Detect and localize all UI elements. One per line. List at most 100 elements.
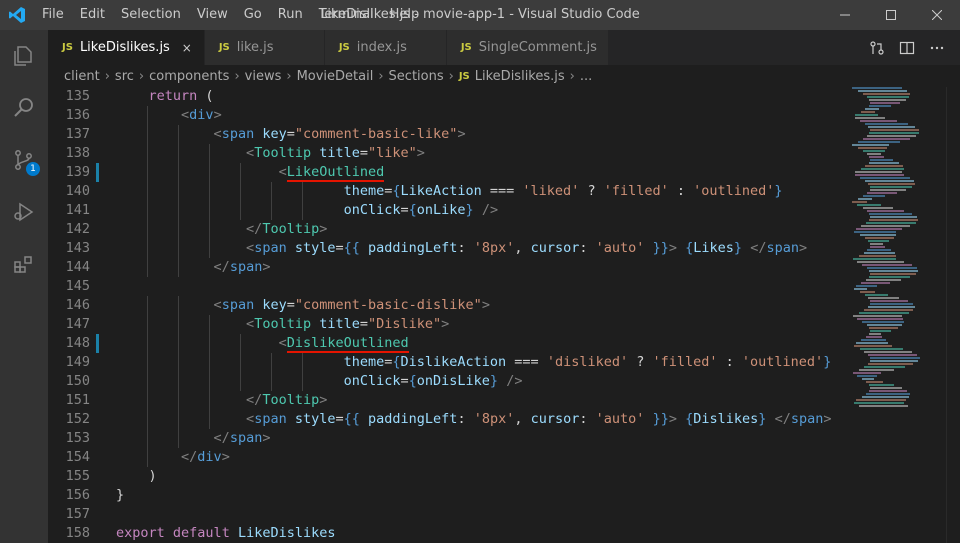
code-line[interactable]: 142 </Tooltip> bbox=[48, 220, 840, 239]
code-line[interactable]: 153 </span> bbox=[48, 429, 840, 448]
minimap-line bbox=[868, 105, 891, 107]
minimap-line bbox=[864, 180, 914, 182]
minimap-line bbox=[869, 132, 920, 134]
minimap-line bbox=[857, 204, 881, 206]
tab-singlecomment[interactable]: JS SingleComment.js bbox=[446, 30, 609, 65]
code-token: < bbox=[246, 145, 255, 161]
code-editor[interactable]: 135 return (136 <div> 137 <span key="comm… bbox=[48, 87, 840, 543]
line-number: 153 bbox=[65, 430, 90, 446]
minimap-line bbox=[860, 168, 904, 170]
breadcrumb-item[interactable]: Sections bbox=[389, 69, 444, 84]
code-token: } bbox=[116, 487, 125, 503]
minimap-line bbox=[862, 207, 894, 209]
code-token: 'filled' bbox=[603, 183, 669, 199]
code-line[interactable]: 148 <DislikeOutlined bbox=[48, 334, 840, 353]
code-line[interactable]: 143 <span style={{ paddingLeft: '8px', c… bbox=[48, 239, 840, 258]
code-token: { bbox=[392, 354, 401, 370]
minimap[interactable] bbox=[840, 87, 946, 543]
code-line[interactable]: 151 </Tooltip> bbox=[48, 391, 840, 410]
code-token: , bbox=[514, 240, 531, 256]
code-token: < bbox=[213, 126, 222, 142]
breadcrumb-item[interactable]: client bbox=[64, 69, 100, 84]
breadcrumb-symbol[interactable]: ... bbox=[580, 69, 592, 84]
code-line[interactable]: 136 <div> bbox=[48, 106, 840, 125]
menu-view[interactable]: View bbox=[189, 0, 236, 30]
split-editor-icon[interactable] bbox=[892, 30, 922, 65]
minimap-line bbox=[869, 129, 920, 131]
menu-run[interactable]: Run bbox=[270, 0, 311, 30]
code-line[interactable]: 145 bbox=[48, 277, 840, 296]
code-text: export default LikeDislikes bbox=[116, 524, 336, 543]
code-line[interactable]: 156} bbox=[48, 486, 840, 505]
minimap-line bbox=[869, 102, 900, 104]
line-number: 146 bbox=[65, 297, 90, 313]
breadcrumb-item[interactable]: MovieDetail bbox=[297, 69, 374, 84]
menu-file[interactable]: File bbox=[34, 0, 72, 30]
code-line[interactable]: 137 <span key="comment-basic-like"> bbox=[48, 125, 840, 144]
code-line[interactable]: 146 <span key="comment-basic-dislike"> bbox=[48, 296, 840, 315]
code-line[interactable]: 152 <span style={{ paddingLeft: '8px', c… bbox=[48, 410, 840, 429]
breadcrumb-item[interactable]: components bbox=[149, 69, 229, 84]
minimize-icon[interactable] bbox=[822, 0, 868, 30]
more-actions-icon[interactable] bbox=[922, 30, 952, 65]
code-token: div bbox=[189, 107, 214, 123]
code-line[interactable]: 140 theme={LikeAction === 'liked' ? 'fil… bbox=[48, 182, 840, 201]
code-token: </ bbox=[774, 411, 791, 427]
line-number: 150 bbox=[65, 373, 90, 389]
minimap-line bbox=[860, 177, 911, 179]
code-line[interactable]: 155 ) bbox=[48, 467, 840, 486]
code-line[interactable]: 149 theme={DislikeAction === 'disliked' … bbox=[48, 353, 840, 372]
vertical-scrollbar[interactable] bbox=[946, 87, 960, 543]
tab-likedislikes[interactable]: JS LikeDislikes.js × bbox=[48, 30, 205, 65]
code-token: </ bbox=[213, 430, 230, 446]
close-tab-icon[interactable]: × bbox=[180, 41, 194, 55]
breadcrumb-item[interactable]: src bbox=[115, 69, 134, 84]
code-token: '8px' bbox=[473, 411, 515, 427]
code-token: </ bbox=[246, 221, 263, 237]
code-token: > bbox=[221, 449, 230, 465]
extensions-icon[interactable] bbox=[0, 238, 48, 290]
code-token: } bbox=[823, 354, 832, 370]
code-line[interactable]: 144 </span> bbox=[48, 258, 840, 277]
code-token: return bbox=[148, 88, 198, 104]
code-line[interactable]: 150 onClick={onDisLike} /> bbox=[48, 372, 840, 391]
breadcrumb-file[interactable]: LikeDislikes.js bbox=[475, 69, 565, 84]
code-line[interactable]: 138 <Tooltip title="like"> bbox=[48, 144, 840, 163]
minimap-line bbox=[863, 252, 895, 254]
minimap-line bbox=[857, 261, 905, 263]
minimap-line bbox=[866, 267, 917, 269]
run-debug-icon[interactable] bbox=[0, 186, 48, 238]
code-token: { bbox=[392, 183, 401, 199]
minimap-line bbox=[866, 210, 905, 212]
breadcrumb-item[interactable]: views bbox=[245, 69, 282, 84]
code-token: Dislikes bbox=[693, 411, 759, 427]
code-line[interactable]: 157 bbox=[48, 505, 840, 524]
code-line[interactable]: 135 return ( bbox=[48, 87, 840, 106]
menu-go[interactable]: Go bbox=[236, 0, 270, 30]
minimap-line bbox=[869, 330, 891, 332]
code-token: < bbox=[278, 164, 287, 180]
source-control-icon[interactable]: 1 bbox=[0, 134, 48, 186]
search-icon[interactable] bbox=[0, 82, 48, 134]
tab-like[interactable]: JS like.js bbox=[204, 30, 325, 65]
code-line[interactable]: 147 <Tooltip title="Dislike"> bbox=[48, 315, 840, 334]
code-token: > bbox=[213, 107, 222, 123]
maximize-icon[interactable] bbox=[868, 0, 914, 30]
line-number: 135 bbox=[65, 88, 90, 104]
code-line[interactable]: 139 <LikeOutlined bbox=[48, 163, 840, 182]
close-window-icon[interactable] bbox=[914, 0, 960, 30]
code-line[interactable]: 158 export default LikeDislikes bbox=[48, 524, 840, 543]
code-token: span bbox=[254, 411, 287, 427]
tab-index[interactable]: JS index.js bbox=[324, 30, 447, 65]
open-changes-icon[interactable] bbox=[862, 30, 892, 65]
code-line[interactable]: 154 </div> bbox=[48, 448, 840, 467]
window-controls bbox=[822, 0, 960, 30]
line-number: 152 bbox=[65, 411, 90, 427]
menu-edit[interactable]: Edit bbox=[72, 0, 113, 30]
code-token: : bbox=[668, 183, 694, 199]
explorer-icon[interactable] bbox=[0, 30, 48, 82]
tab-label: like.js bbox=[236, 40, 274, 55]
menu-selection[interactable]: Selection bbox=[113, 0, 189, 30]
source-control-badge: 1 bbox=[26, 162, 40, 176]
code-line[interactable]: 141 onClick={onLike} /> bbox=[48, 201, 840, 220]
